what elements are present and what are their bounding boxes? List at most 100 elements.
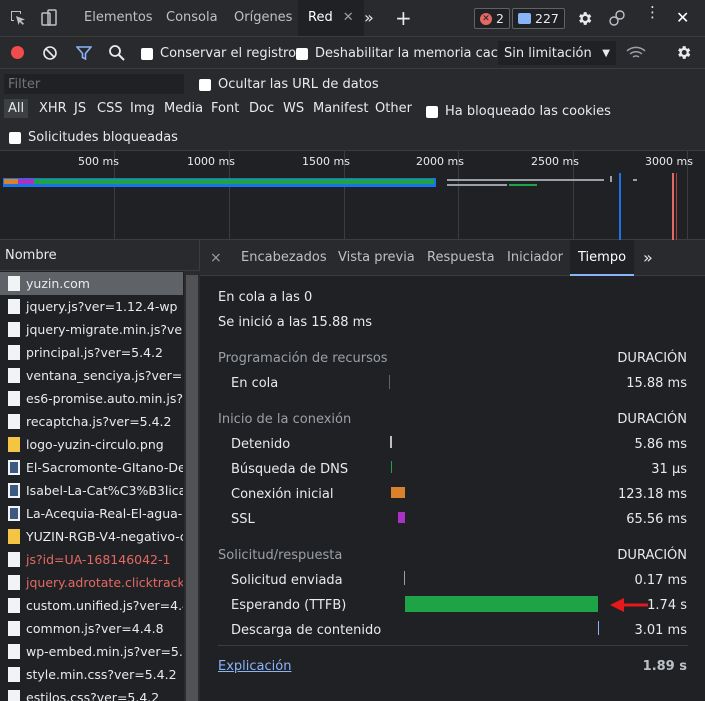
close-details-icon[interactable]: × xyxy=(210,240,222,276)
checkbox-box[interactable] xyxy=(199,78,211,91)
clear-icon[interactable] xyxy=(42,45,58,64)
type-filter-font[interactable]: Font xyxy=(211,101,239,116)
type-filter-ws[interactable]: WS xyxy=(283,101,304,116)
request-name: yuzin.com xyxy=(26,276,90,291)
request-row[interactable]: js?id=UA-168146042-1 xyxy=(0,548,183,571)
file-icon xyxy=(8,598,20,613)
tab-sources[interactable]: Orígenes xyxy=(234,0,292,36)
network-overview[interactable]: 500 ms 1000 ms 1500 ms 2000 ms 2500 ms 3… xyxy=(0,151,705,240)
request-name: es6-promise.auto.min.js?ve xyxy=(26,391,183,406)
type-filter-img[interactable]: Img xyxy=(130,101,155,116)
tab-response[interactable]: Respuesta xyxy=(427,240,495,276)
request-row[interactable]: Isabel-La-Cat%C3%B3lica- xyxy=(0,479,183,502)
network-conditions-icon[interactable] xyxy=(626,45,646,64)
blocked-requests-checkbox[interactable]: Solicitudes bloqueadas xyxy=(9,130,178,145)
preserve-log-checkbox[interactable]: Conservar el registro xyxy=(141,46,296,61)
checkbox-box[interactable] xyxy=(426,105,438,118)
blocked-cookies-checkbox[interactable]: Ha bloqueado las cookies xyxy=(426,104,611,119)
hide-data-urls-checkbox[interactable]: Ocultar las URL de datos xyxy=(199,77,379,92)
search-icon[interactable] xyxy=(108,44,125,64)
close-devtools-icon[interactable]: ✕ xyxy=(676,8,689,27)
request-row[interactable]: es6-promise.auto.min.js?ve xyxy=(0,387,183,410)
request-name: js?id=UA-168146042-1 xyxy=(26,552,171,567)
request-row[interactable]: logo-yuzin-circulo.png xyxy=(0,433,183,456)
tab-console[interactable]: Consola xyxy=(166,0,218,36)
request-name: Isabel-La-Cat%C3%B3lica- xyxy=(26,483,183,498)
request-row[interactable]: estilos.css?ver=5.4.2 xyxy=(0,686,183,701)
request-row[interactable]: jquery.js?ver=1.12.4-wp xyxy=(0,295,183,318)
file-icon xyxy=(8,437,20,452)
overview-bar xyxy=(633,179,637,181)
request-row[interactable]: common.js?ver=4.4.8 xyxy=(0,617,183,640)
throttling-select[interactable]: Sin limitación ▼ xyxy=(498,41,616,65)
customize-icon[interactable] xyxy=(608,9,626,30)
inspect-element-icon[interactable] xyxy=(9,9,27,30)
more-options-icon[interactable]: ⋮ xyxy=(645,5,660,20)
blocked-cookies-label: Ha bloqueado las cookies xyxy=(445,104,611,119)
timing-value-initial-connection: 123.18 ms xyxy=(617,487,687,502)
checkbox-box[interactable] xyxy=(141,47,153,60)
timing-label-dns: Búsqueda de DNS xyxy=(231,462,349,477)
request-row[interactable]: yuzin.com xyxy=(0,272,183,295)
started-at-text: Se inició a las 15.88 ms xyxy=(218,315,373,330)
request-row[interactable]: ventana_senciya.js?ver=5.4. xyxy=(0,364,183,387)
messages-badge[interactable]: 227 xyxy=(512,8,565,29)
type-filter-media[interactable]: Media xyxy=(164,101,203,116)
explanation-link[interactable]: Explicación xyxy=(218,659,291,674)
request-name: jquery.js?ver=1.12.4-wp xyxy=(26,299,178,314)
disable-cache-checkbox[interactable]: Deshabilitar la memoria caché xyxy=(296,46,514,61)
request-row[interactable]: jquery.adrotate.clicktracker xyxy=(0,571,183,594)
request-name: custom.unified.js?ver=4.4.8 xyxy=(26,598,183,613)
duration-header: DURACIÓN xyxy=(617,548,687,563)
tab-initiator[interactable]: Iniciador xyxy=(507,240,563,276)
timing-value-dns: 31 µs xyxy=(651,462,687,477)
overview-bar-connect xyxy=(4,179,18,184)
record-icon[interactable] xyxy=(11,46,24,59)
type-filter-other[interactable]: Other xyxy=(375,101,412,116)
tab-network[interactable]: Red ✕ xyxy=(298,0,364,36)
request-name: wp-embed.min.js?ver=5.4.2 xyxy=(26,644,183,659)
filter-icon[interactable] xyxy=(75,45,93,64)
timing-bar-content-download xyxy=(598,621,599,635)
request-row[interactable]: wp-embed.min.js?ver=5.4.2 xyxy=(0,640,183,663)
filter-input[interactable] xyxy=(4,74,184,94)
request-row[interactable]: YUZIN-RGB-V4-negativo-c. xyxy=(0,525,183,548)
request-row[interactable]: recaptcha.js?ver=5.4.2 xyxy=(0,410,183,433)
device-toolbar-icon[interactable] xyxy=(41,9,59,30)
request-row[interactable]: principal.js?ver=5.4.2 xyxy=(0,341,183,364)
settings-gear-icon[interactable] xyxy=(576,10,593,30)
scrollbar-thumb[interactable] xyxy=(186,275,198,701)
tab-elements[interactable]: Elementos xyxy=(84,0,153,36)
overview-bar xyxy=(447,184,507,186)
tab-preview[interactable]: Vista previa xyxy=(338,240,415,276)
request-row[interactable]: La-Acequia-Real-El-agua-e xyxy=(0,502,183,525)
request-row[interactable]: jquery-migrate.min.js?ver= xyxy=(0,318,183,341)
timing-value-content-download: 3.01 ms xyxy=(634,623,687,638)
timing-bar-dns xyxy=(391,461,392,473)
type-filter-js[interactable]: JS xyxy=(74,101,86,116)
type-filter-doc[interactable]: Doc xyxy=(249,101,274,116)
type-filter-manifest[interactable]: Manifest xyxy=(313,101,368,116)
duration-header: DURACIÓN xyxy=(617,351,687,366)
close-icon[interactable]: ✕ xyxy=(343,10,354,25)
tab-headers[interactable]: Encabezados xyxy=(241,240,327,276)
tab-timing[interactable]: Tiempo xyxy=(570,240,635,276)
network-settings-gear-icon[interactable] xyxy=(675,44,692,64)
request-row[interactable]: style.min.css?ver=5.4.2 xyxy=(0,663,183,686)
file-icon xyxy=(8,276,20,291)
add-tab-icon[interactable]: + xyxy=(395,0,412,36)
request-row[interactable]: El-Sacromonte-GItano-Des xyxy=(0,456,183,479)
file-icon xyxy=(8,322,20,337)
type-filter-xhr[interactable]: XHR xyxy=(39,101,67,116)
checkbox-box[interactable] xyxy=(9,131,21,144)
errors-badge[interactable]: ✕ 2 xyxy=(474,8,510,29)
request-row[interactable]: custom.unified.js?ver=4.4.8 xyxy=(0,594,183,617)
name-column-header[interactable]: Nombre xyxy=(0,240,199,271)
more-tabs-icon[interactable]: » xyxy=(364,0,374,36)
type-filter-all[interactable]: All xyxy=(4,99,29,118)
request-name: logo-yuzin-circulo.png xyxy=(26,437,164,452)
more-tabs-icon[interactable]: » xyxy=(643,240,653,276)
file-icon xyxy=(8,644,20,659)
type-filter-css[interactable]: CSS xyxy=(97,101,123,116)
checkbox-box[interactable] xyxy=(296,47,308,60)
